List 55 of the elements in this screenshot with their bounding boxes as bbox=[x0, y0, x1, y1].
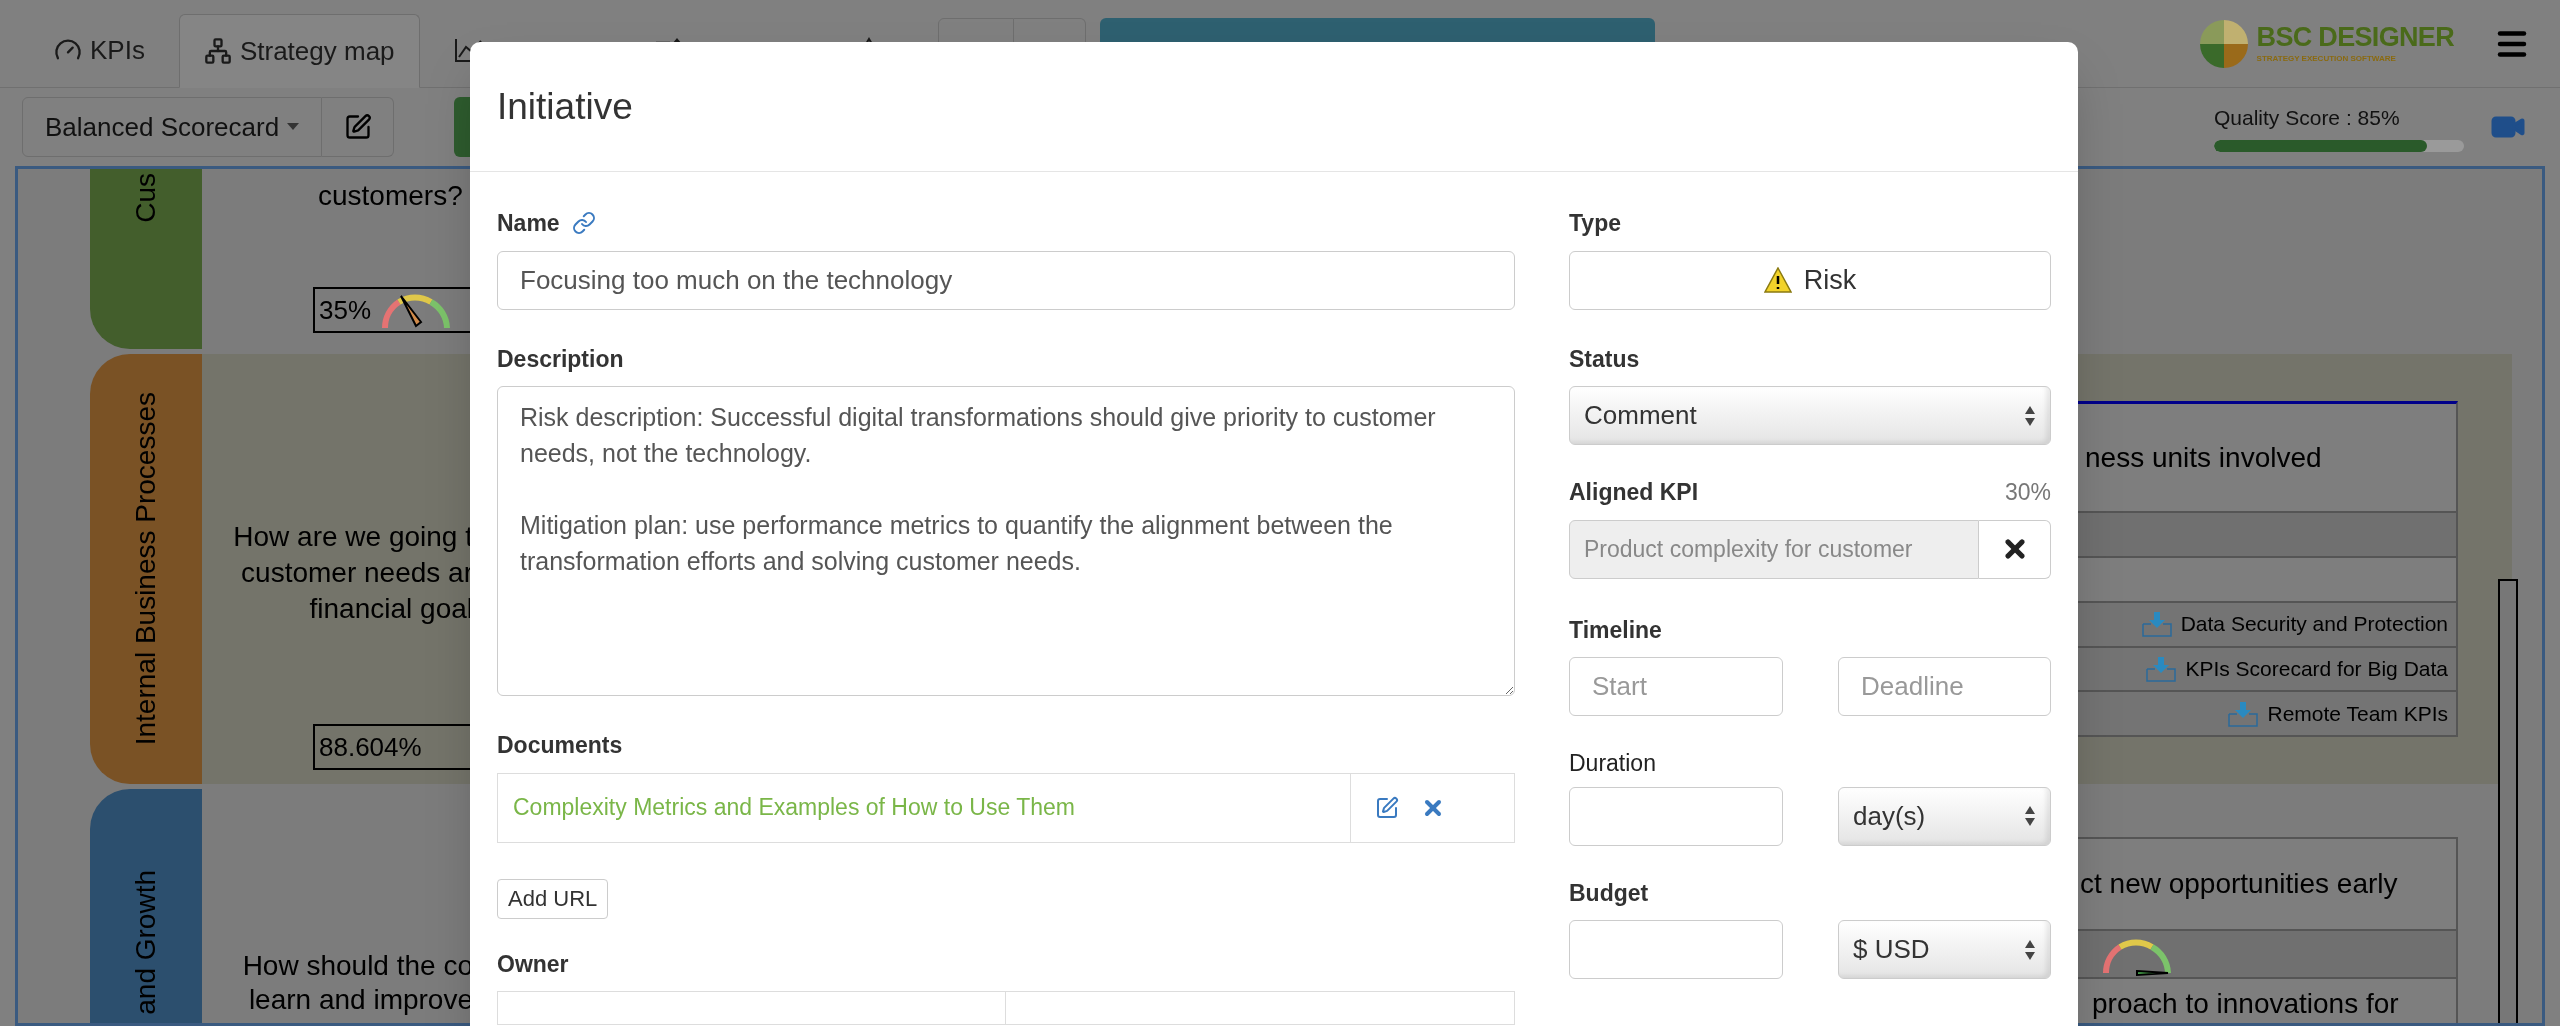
clear-button[interactable] bbox=[1979, 519, 2051, 579]
name-field[interactable]: Focusing too much on the technology bbox=[497, 250, 1515, 310]
add-url-button[interactable]: Add URL bbox=[497, 878, 609, 919]
tab[interactable]: KPIs bbox=[30, 13, 169, 87]
objective-text: ct new opportunities early bbox=[2080, 867, 2398, 901]
type-button[interactable]: Risk bbox=[1569, 250, 2051, 310]
warning-icon bbox=[1763, 267, 1792, 293]
field-label: Owner bbox=[497, 949, 570, 979]
field-label: Timeline bbox=[1569, 615, 1663, 645]
linked-scorecard-text: Remote Team KPIs bbox=[2267, 700, 2448, 727]
tray-arrow-icon bbox=[2140, 610, 2173, 639]
edit-button[interactable] bbox=[322, 97, 395, 157]
linked-scorecard-text: Data Security and Protection bbox=[2180, 611, 2448, 638]
objective-text: customer needs ar bbox=[241, 556, 473, 590]
objective-text: proach to innovations for bbox=[2092, 988, 2399, 1019]
field-label: Duration bbox=[1569, 749, 1657, 778]
logo-subtitle: STRATEGY EXECUTION SOFTWARE bbox=[2256, 55, 2397, 63]
objective-text: learn and improve bbox=[248, 983, 473, 1017]
status-select[interactable]: Comment bbox=[1569, 386, 2051, 445]
field-label: Budget bbox=[1569, 878, 1650, 908]
quality-score-label: Quality Score : 85% bbox=[2214, 105, 2401, 132]
edit-icon bbox=[343, 113, 372, 141]
field-label: Type bbox=[1569, 209, 1622, 238]
select-arrows-icon bbox=[2024, 404, 2036, 427]
logo-title: BSC DESIGNER bbox=[2256, 24, 2454, 51]
duration-field[interactable] bbox=[1569, 786, 1783, 846]
tray-arrow-icon bbox=[2145, 654, 2178, 683]
field-label: Name bbox=[497, 209, 560, 238]
field-label: Description bbox=[497, 344, 625, 374]
perspective-lane-label: Cus bbox=[90, 169, 202, 349]
tray-arrow-icon bbox=[2227, 699, 2260, 728]
deadline-field[interactable]: Deadline bbox=[1838, 657, 2051, 716]
edit-icon[interactable] bbox=[1375, 795, 1399, 820]
field-label: Aligned KPI bbox=[1569, 478, 1699, 507]
objective-text: customers? bbox=[318, 179, 463, 213]
currency-select[interactable]: $ USD bbox=[1838, 920, 2051, 979]
hierarchy-icon bbox=[203, 37, 232, 65]
dialog-title: Initiative bbox=[497, 84, 633, 129]
tab[interactable]: Strategy map bbox=[178, 14, 420, 88]
start-date-field[interactable]: Start bbox=[1569, 657, 1783, 716]
kpi-weight: 30% bbox=[2004, 478, 2051, 507]
link-icon[interactable] bbox=[571, 211, 596, 236]
budget-field[interactable] bbox=[1569, 920, 1783, 979]
perspective-lane-label: Internal Business Processes bbox=[90, 354, 202, 784]
objective-text: ness units involved bbox=[2085, 440, 2322, 475]
field-label: Status bbox=[1569, 344, 1641, 374]
perspective-lane-label: and Growth bbox=[90, 789, 202, 1023]
select-arrows-icon bbox=[2024, 805, 2036, 827]
duration-unit-select[interactable]: day(s) bbox=[1838, 786, 2051, 846]
linked-scorecard-text: KPIs Scorecard for Big Data bbox=[2185, 656, 2448, 683]
select-arrows-icon bbox=[2024, 938, 2036, 961]
scorecard-dropdown[interactable]: Balanced Scorecard bbox=[22, 97, 323, 157]
description-field[interactable]: Risk description: Successful digital transformations should give priority to customer needs, not the technology. Mitigation plan: use performance metrics to quantify the alignment between the transformation efforts and solving customer needs. bbox=[497, 386, 1515, 696]
logo-icon bbox=[2198, 18, 2249, 69]
caret-icon bbox=[287, 123, 300, 131]
